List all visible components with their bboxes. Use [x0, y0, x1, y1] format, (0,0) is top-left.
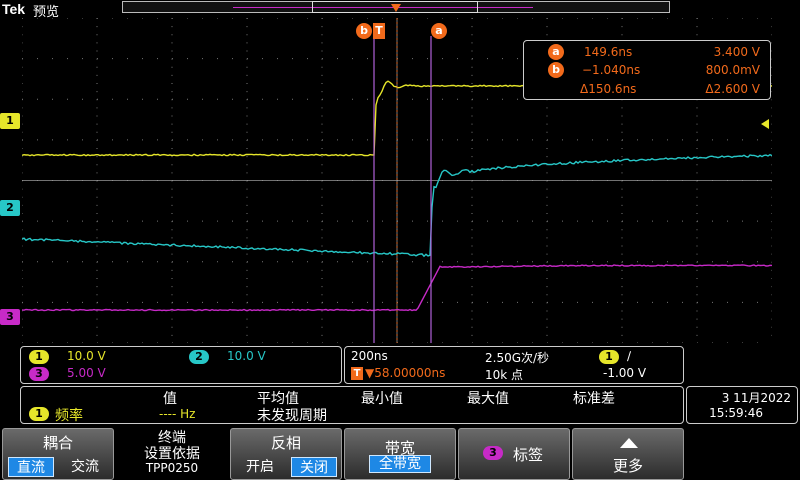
- cursor-b-tag[interactable]: b: [356, 23, 372, 39]
- cursor-delta-time: Δ150.6ns: [580, 81, 636, 97]
- termination-setting: 设置依据: [116, 443, 228, 463]
- trigger-position-icon[interactable]: [390, 3, 402, 15]
- meas-mean: 未发现周期: [257, 405, 327, 425]
- cursor-delta-value: Δ2.600 V: [705, 81, 760, 97]
- more-title: 更多: [573, 455, 683, 476]
- ch3-ground-marker[interactable]: 3: [0, 309, 20, 325]
- ch3-scale-badge: 3: [29, 367, 49, 381]
- clock-panel: 3 11月2022 15:59:46: [686, 386, 798, 424]
- more-button[interactable]: 更多: [572, 428, 684, 480]
- termination-button[interactable]: 终端 设置依据 TPP0250: [116, 428, 228, 480]
- coupling-button[interactable]: 耦合 直流 交流: [2, 428, 114, 480]
- readout-a-tag: a: [548, 44, 564, 60]
- meas-header-value: 值: [163, 388, 177, 408]
- ch1-scale-badge: 1: [29, 350, 49, 364]
- cursor-a-tag[interactable]: a: [431, 23, 447, 39]
- cursor-a-tag-label: a: [435, 24, 442, 37]
- ch1-ground-marker[interactable]: 1: [0, 113, 20, 129]
- termination-probe: TPP0250: [116, 461, 228, 475]
- invert-title: 反相: [231, 432, 341, 453]
- ch2-ground-marker[interactable]: 2: [0, 200, 20, 216]
- measurement-panel[interactable]: 值 平均值 最小值 最大值 标准差 1 频率 ---- Hz 未发现周期: [20, 386, 684, 424]
- cursor-readout-panel[interactable]: a 149.6ns 3.400 V b −1.040ns 800.0mV Δ15…: [523, 40, 771, 100]
- trigger-slope-icon: ∕: [627, 349, 631, 363]
- trigger-position-badge: T: [351, 367, 363, 380]
- meas-header-min: 最小值: [361, 388, 403, 408]
- ch2-scale-badge: 2: [189, 350, 209, 364]
- brand-logo: Tek: [2, 1, 25, 17]
- cursor-b-value: 800.0mV: [706, 62, 760, 78]
- trigger-marker-label: T: [375, 24, 383, 37]
- meas-header-max: 最大值: [467, 388, 509, 408]
- coupling-title: 耦合: [3, 432, 113, 453]
- trigger-marker[interactable]: T: [373, 23, 385, 39]
- timebase-panel[interactable]: 200ns 2.50G次/秒 T ▼58.00000ns 10k 点 1 ∕ -…: [344, 346, 684, 384]
- ch1-marker-label: 1: [6, 114, 14, 127]
- coupling-ac-option[interactable]: 交流: [61, 457, 109, 477]
- trigger-position-badge-label: T: [354, 368, 361, 379]
- sample-rate: 2.50G次/秒: [485, 349, 549, 366]
- invert-button[interactable]: 反相 开启 关闭: [230, 428, 342, 480]
- readout-b-tag-label: b: [552, 63, 560, 76]
- up-arrow-icon: [619, 437, 639, 449]
- time: 15:59:46: [709, 406, 763, 420]
- channel-scale-panel[interactable]: 1 10.0 V 2 10.0 V 3 5.00 V: [20, 346, 342, 384]
- label-title: 标签: [513, 444, 543, 465]
- time-scale[interactable]: 200ns: [351, 349, 388, 363]
- invert-off-option[interactable]: 关闭: [291, 457, 337, 477]
- meas-header-std: 标准差: [573, 388, 615, 408]
- bottom-menu: 耦合 直流 交流 终端 设置依据 TPP0250 反相 开启 关闭 带宽 全带宽…: [0, 426, 800, 480]
- bandwidth-button[interactable]: 带宽 全带宽: [344, 428, 456, 480]
- record-length: 10k 点: [485, 366, 523, 383]
- label-button[interactable]: 3 标签: [458, 428, 570, 480]
- ch3-marker-label: 3: [6, 310, 14, 323]
- cursor-a-value: 3.400 V: [714, 44, 760, 60]
- cursor-b-time: −1.040ns: [582, 62, 640, 78]
- meas-source-badge: 1: [29, 407, 49, 421]
- meas-name[interactable]: 频率: [55, 405, 83, 425]
- bandwidth-value: 全带宽: [369, 455, 431, 473]
- date: 3 11月2022: [722, 389, 791, 406]
- top-bar: Tek 预览: [0, 0, 800, 20]
- cursor-a-time: 149.6ns: [584, 44, 632, 60]
- ch2-scale[interactable]: 10.0 V: [227, 349, 266, 363]
- cursor-b-tag-label: b: [360, 24, 368, 37]
- readout-a-tag-label: a: [552, 45, 559, 58]
- ch2-marker-label: 2: [6, 201, 14, 214]
- trigger-position[interactable]: ▼58.00000ns: [365, 366, 445, 380]
- trigger-source-badge: 1: [599, 350, 619, 364]
- meas-value: ---- Hz: [159, 407, 195, 421]
- label-source-badge: 3: [483, 446, 503, 460]
- invert-on-option[interactable]: 开启: [237, 457, 283, 477]
- readout-b-tag: b: [548, 62, 564, 78]
- coupling-dc-option[interactable]: 直流: [8, 457, 54, 477]
- ch1-scale[interactable]: 10.0 V: [67, 349, 106, 363]
- ch3-scale[interactable]: 5.00 V: [67, 366, 106, 380]
- trigger-level[interactable]: -1.00 V: [603, 366, 646, 380]
